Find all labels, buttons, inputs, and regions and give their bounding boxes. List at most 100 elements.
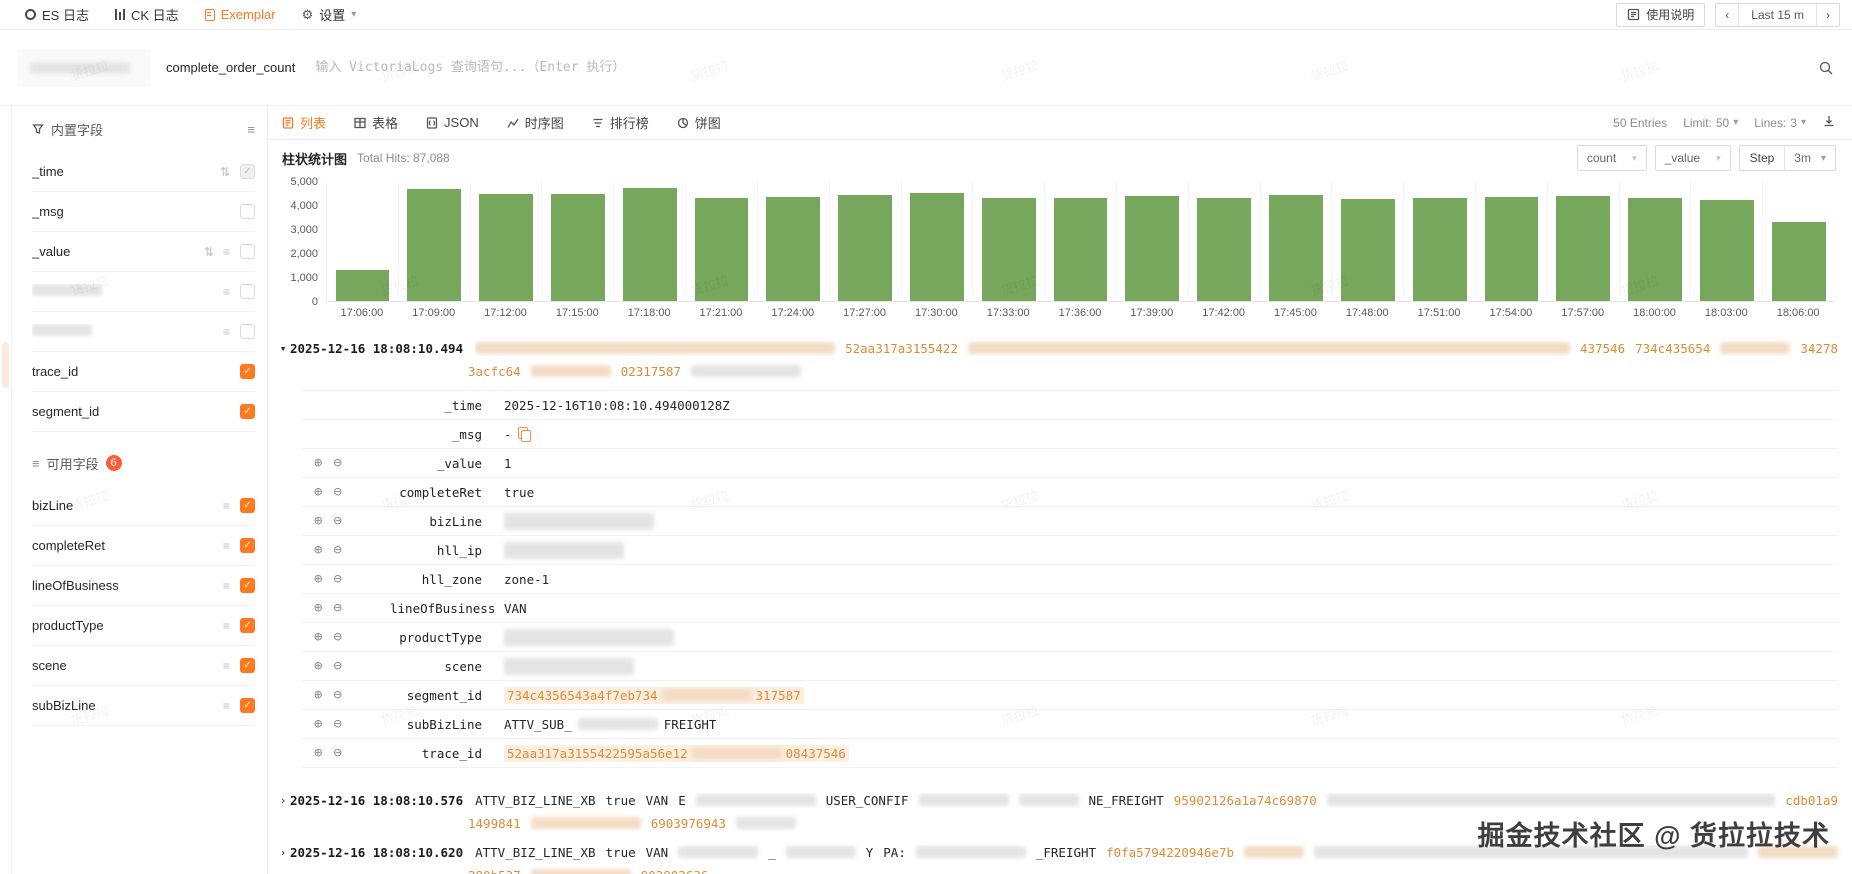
bar-column[interactable]: [972, 182, 1044, 301]
values-list-icon[interactable]: ≡: [223, 579, 230, 593]
chart-bars[interactable]: [326, 182, 1834, 302]
field-row-redacted[interactable]: ≡ ✓: [32, 312, 255, 352]
histogram-bar[interactable]: [622, 188, 677, 301]
field-select[interactable]: _value ▾: [1654, 145, 1731, 171]
include-filter-icon[interactable]: ⊕: [314, 485, 322, 499]
histogram-bar[interactable]: [1484, 197, 1539, 301]
bar-column[interactable]: [1403, 182, 1475, 301]
time-next-button[interactable]: ›: [1817, 4, 1839, 26]
field-checkbox[interactable]: ✓: [240, 244, 255, 259]
field-row-segment-id[interactable]: segment_id ✓: [32, 392, 255, 432]
collapse-list-icon[interactable]: ≡: [247, 122, 255, 137]
histogram-bar[interactable]: [1556, 196, 1611, 301]
nav-es-logs[interactable]: ES 日志: [12, 0, 102, 29]
copy-icon[interactable]: [517, 427, 531, 442]
bar-column[interactable]: [1690, 182, 1762, 301]
histogram-bar[interactable]: [1197, 198, 1252, 301]
exclude-filter-icon[interactable]: ⊖: [333, 746, 341, 760]
histogram-bar[interactable]: [550, 194, 605, 301]
histogram-bar[interactable]: [1771, 222, 1826, 301]
include-filter-icon[interactable]: ⊕: [314, 630, 322, 644]
nav-settings[interactable]: ⚙ 设置 ▾: [289, 0, 370, 29]
field-row-trace-id[interactable]: trace_id ✓: [32, 352, 255, 392]
values-list-icon[interactable]: ≡: [223, 659, 230, 673]
datasource-select[interactable]: [18, 48, 150, 87]
log-entry-collapsed[interactable]: › 2025-12-16 18:08:10.620 ATTV_BIZ_LINE_…: [276, 840, 1852, 864]
exclude-filter-icon[interactable]: ⊖: [333, 601, 341, 615]
histogram-bar[interactable]: [910, 193, 964, 301]
histogram-bar[interactable]: [407, 189, 462, 301]
field-checkbox[interactable]: ✓: [240, 204, 255, 219]
bar-column[interactable]: [1187, 182, 1260, 301]
histogram-bar[interactable]: [1628, 198, 1682, 301]
tab-timeseries[interactable]: 时序图: [507, 113, 564, 132]
bar-column[interactable]: [1044, 182, 1116, 301]
histogram-bar[interactable]: [1699, 200, 1754, 301]
bar-column[interactable]: [1475, 182, 1547, 301]
help-button[interactable]: 使用说明: [1616, 2, 1706, 27]
tab-json[interactable]: JSON: [426, 115, 479, 130]
include-filter-icon[interactable]: ⊕: [314, 601, 322, 615]
collapse-arrow-icon[interactable]: ▾: [276, 342, 290, 355]
bar-column[interactable]: [1546, 182, 1619, 301]
field-checkbox[interactable]: ✓: [240, 538, 255, 553]
bar-column[interactable]: [1618, 182, 1691, 301]
values-list-icon[interactable]: ≡: [223, 699, 230, 713]
limit-select[interactable]: Limit: 50 ▾: [1683, 116, 1738, 130]
expand-arrow-icon[interactable]: ›: [276, 846, 290, 859]
field-checkbox[interactable]: ✓: [240, 578, 255, 593]
field-checkbox[interactable]: ✓: [240, 324, 255, 339]
field-checkbox[interactable]: ✓: [240, 364, 255, 379]
bar-column[interactable]: [469, 182, 542, 301]
tab-table[interactable]: 表格: [354, 113, 398, 132]
include-filter-icon[interactable]: ⊕: [314, 717, 322, 731]
field-row-subbizline[interactable]: subBizLine ≡ ✓: [32, 686, 255, 726]
bar-column[interactable]: [1331, 182, 1403, 301]
exclude-filter-icon[interactable]: ⊖: [333, 630, 341, 644]
include-filter-icon[interactable]: ⊕: [314, 572, 322, 586]
bar-column[interactable]: [397, 182, 470, 301]
field-checkbox[interactable]: ✓: [240, 698, 255, 713]
bar-column[interactable]: [685, 182, 757, 301]
include-filter-icon[interactable]: ⊕: [314, 514, 322, 528]
histogram-bar[interactable]: [1053, 198, 1108, 301]
values-list-icon[interactable]: ≡: [223, 539, 230, 553]
field-row-lineofbusiness[interactable]: lineOfBusiness ≡ ✓: [32, 566, 255, 606]
values-list-icon[interactable]: ≡: [223, 245, 230, 259]
histogram-bar[interactable]: [1412, 198, 1467, 301]
values-list-icon[interactable]: ≡: [223, 285, 230, 299]
values-list-icon[interactable]: ≡: [223, 499, 230, 513]
values-list-icon[interactable]: ≡: [223, 325, 230, 339]
bar-column[interactable]: [900, 182, 973, 301]
exclude-filter-icon[interactable]: ⊖: [333, 572, 341, 586]
histogram-bar[interactable]: [335, 270, 390, 301]
field-checkbox[interactable]: ✓: [240, 284, 255, 299]
download-button[interactable]: [1822, 114, 1836, 131]
sort-icon[interactable]: ⇅: [204, 245, 214, 259]
histogram-bar[interactable]: [838, 195, 892, 301]
bar-column[interactable]: [828, 182, 901, 301]
field-row-bizline[interactable]: bizLine ≡ ✓: [32, 486, 255, 526]
histogram-bar[interactable]: [1340, 199, 1395, 301]
bar-column[interactable]: [326, 182, 398, 301]
step-select[interactable]: 3m ▾: [1785, 146, 1835, 170]
nav-ck-logs[interactable]: CK 日志: [102, 0, 192, 29]
exclude-filter-icon[interactable]: ⊖: [333, 659, 341, 673]
bar-column[interactable]: [613, 182, 685, 301]
field-row-producttype[interactable]: productType ≡ ✓: [32, 606, 255, 646]
log-entry-expanded[interactable]: ▾ 2025-12-16 18:08:10.494 52aa317a315542…: [276, 336, 1852, 360]
tab-ranking[interactable]: 排行榜: [592, 113, 649, 132]
dataset-name[interactable]: complete_order_count: [166, 60, 295, 75]
field-row-time[interactable]: _time ⇅ ✓: [32, 152, 255, 192]
bar-column[interactable]: [1115, 182, 1188, 301]
exclude-filter-icon[interactable]: ⊖: [333, 514, 341, 528]
field-checkbox[interactable]: ✓: [240, 498, 255, 513]
query-input[interactable]: [315, 60, 1806, 75]
log-entry-collapsed[interactable]: › 2025-12-16 18:08:10.576 ATTV_BIZ_LINE_…: [276, 788, 1852, 812]
histogram-bar[interactable]: [694, 198, 749, 301]
field-checkbox[interactable]: ✓: [240, 658, 255, 673]
include-filter-icon[interactable]: ⊕: [314, 659, 322, 673]
field-checkbox[interactable]: ✓: [240, 164, 255, 179]
values-list-icon[interactable]: ≡: [223, 619, 230, 633]
tab-pie[interactable]: 饼图: [677, 113, 721, 132]
